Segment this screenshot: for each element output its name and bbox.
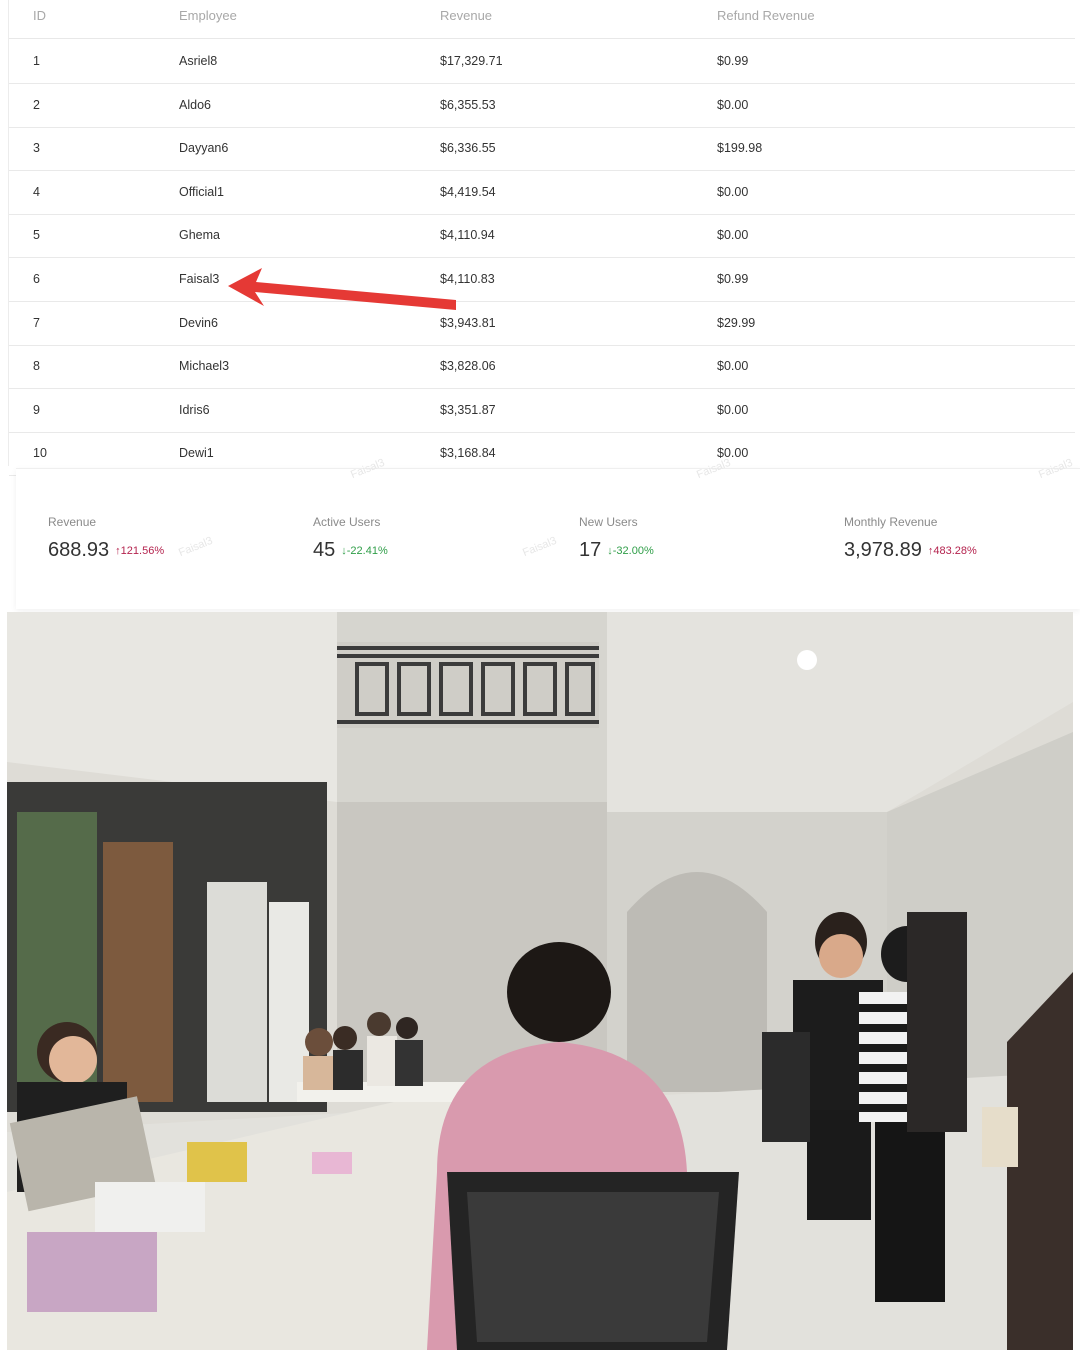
metric-card: Monthly Revenue 3,978.89 ↑483.28% [844,515,977,562]
table-row[interactable]: 8 Michael3 $3,828.06 $0.00 [9,345,1075,390]
cell-id: 9 [33,402,40,417]
metrics-panel: Revenue 688.93 ↑121.56% Active Users 45 ↓-22.… [16,457,1080,609]
cell-id: 8 [33,359,40,374]
metric-value: 688.93 [48,539,110,561]
metric-label: Monthly Revenue [844,515,938,529]
cell-employee: Ghema [179,228,220,243]
metric-label: New Users [579,515,638,529]
cell-revenue: $4,419.54 [440,184,496,199]
metric-change-value: 483.28% [933,544,977,557]
cell-employee: Dewi1 [179,446,214,461]
table-row[interactable]: 3 Dayyan6 $6,336.55 $199.98 [9,127,1075,172]
cell-employee: Idris6 [179,402,210,417]
cell-refund: $29.99 [717,315,756,330]
metric-card: New Users 17 ↓-32.00% [579,515,654,562]
cell-employee: Official1 [179,184,224,199]
metric-change: ↓-22.41% [341,545,387,557]
metric-card: Active Users 45 ↓-22.41% [313,515,388,562]
cell-refund: $0.00 [717,184,749,199]
table-row[interactable]: 6 Faisal3 $4,110.83 $0.99 [9,258,1075,302]
cell-employee: Asriel8 [179,54,218,68]
cell-revenue: $6,336.55 [440,141,496,156]
cell-revenue: $4,110.94 [440,228,495,243]
metric-change-value: 121.56% [120,544,165,557]
column-header-id[interactable]: ID [33,8,46,23]
cell-id: 2 [33,97,40,112]
cell-id: 6 [33,272,40,286]
cell-revenue: $3,828.06 [440,359,496,374]
cell-id: 4 [33,184,40,199]
cell-id: 1 [33,54,40,68]
table-row[interactable]: 4 Official1 $4,419.54 $0.00 [9,171,1075,215]
metric-value: 17 [579,539,602,561]
cell-employee: Dayyan6 [179,141,229,156]
cell-refund: $199.98 [717,141,763,156]
cell-revenue: $6,355.53 [440,97,496,112]
cell-id: 7 [33,315,40,330]
cell-revenue: $3,943.81 [440,315,496,330]
metric-change: ↓-32.00% [607,545,653,557]
metric-change: ↑483.28% [928,545,977,557]
red-arrow-annotation [228,268,456,310]
metric-label: Revenue [48,515,97,529]
cell-employee: Faisal3 [179,272,220,286]
cell-refund: $0.00 [717,359,749,374]
cell-revenue: $3,351.87 [440,402,496,417]
metric-change: ↑121.56% [115,545,164,557]
office-photo [7,612,1073,1350]
column-header-refund[interactable]: Refund Revenue [717,8,815,23]
metric-card: Revenue 688.93 ↑121.56% [48,515,164,562]
cell-employee: Aldo6 [179,97,211,112]
cell-employee: Michael3 [179,359,230,374]
table-row[interactable]: 2 Aldo6 $6,355.53 $0.00 [9,84,1075,128]
cell-id: 5 [33,228,40,243]
cell-id: 10 [33,446,47,461]
cell-refund: $0.00 [717,97,749,112]
cell-refund: $0.99 [717,54,749,68]
metric-value: 45 [313,539,336,561]
watermark-text: Faisal3 [177,534,215,560]
table-row[interactable]: 5 Ghema $4,110.94 $0.00 [9,214,1075,259]
watermark-text: Faisal3 [521,534,559,560]
table-header: ID Employee Revenue Refund Revenue [9,0,1075,39]
metric-change-value: -22.41% [346,544,388,557]
metric-value: 3,978.89 [844,539,922,561]
cell-refund: $0.99 [717,272,749,286]
table-row[interactable]: 1 Asriel8 $17,329.71 $0.99 [9,40,1075,84]
table-row[interactable]: 7 Devin6 $3,943.81 $29.99 [9,302,1075,346]
column-header-revenue[interactable]: Revenue [440,8,492,23]
cell-employee: Devin6 [179,315,218,330]
column-header-employee[interactable]: Employee [179,8,237,23]
metric-label: Active Users [313,515,381,529]
cell-revenue: $17,329.71 [440,54,503,68]
cell-revenue: $3,168.84 [440,446,496,461]
table-row[interactable]: 9 Idris6 $3,351.87 $0.00 [9,389,1075,433]
cell-refund: $0.00 [717,228,749,243]
metric-change-value: -32.00% [612,544,654,557]
cell-id: 3 [33,141,40,156]
cell-refund: $0.00 [717,402,749,417]
employee-revenue-table: ID Employee Revenue Refund Revenue 1 Asri… [8,0,1075,477]
